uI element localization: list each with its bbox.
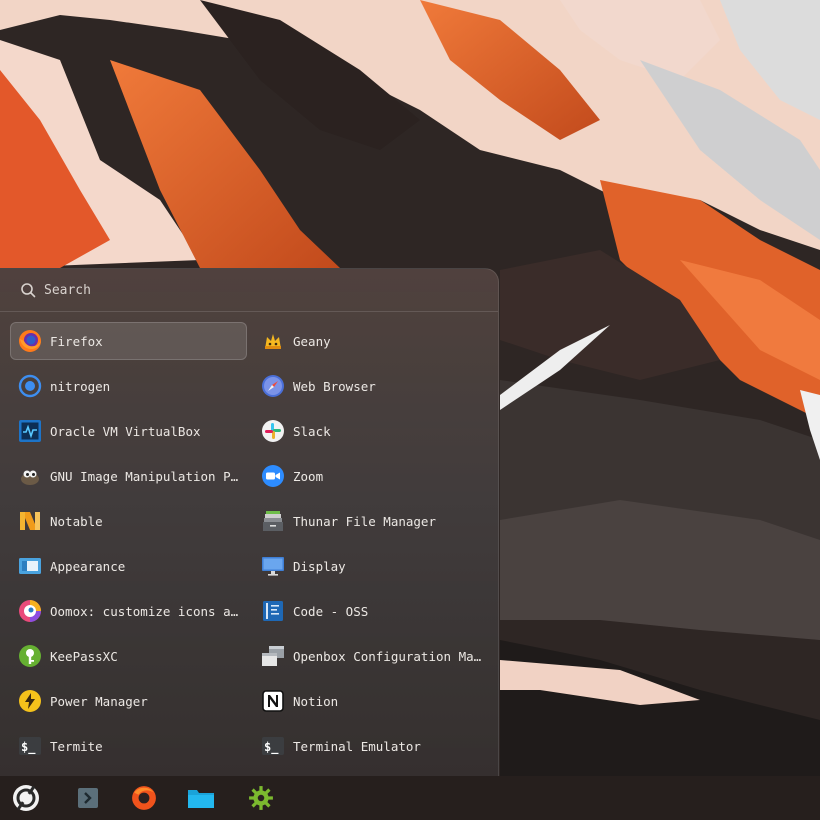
search-bar[interactable]: Search [0, 269, 498, 312]
oomox-icon [18, 599, 42, 623]
app-label: Code - OSS [293, 603, 369, 619]
app-oomox[interactable]: Oomox: customize icons an… [10, 592, 247, 630]
app-label: Oomox: customize icons an… [50, 603, 240, 619]
keepassxc-icon [18, 644, 42, 668]
app-terminal-emulator[interactable]: $_ Terminal Emulator [253, 727, 490, 765]
code-oss-icon [261, 599, 285, 623]
app-label: Web Browser [293, 378, 376, 394]
app-label: GNU Image Manipulation Pr… [50, 468, 240, 484]
launcher-icon[interactable] [12, 784, 40, 812]
slack-icon [261, 419, 285, 443]
app-slack[interactable]: Slack [253, 412, 490, 450]
svg-text:$_: $_ [264, 740, 279, 755]
app-termite[interactable]: $_ Termite [10, 727, 247, 765]
app-label: Display [293, 558, 346, 574]
nitrogen-icon [18, 374, 42, 398]
app-keepassxc[interactable]: KeePassXC [10, 637, 247, 675]
app-label: Geany [293, 333, 331, 349]
app-nitrogen[interactable]: nitrogen [10, 367, 247, 405]
power-manager-icon [18, 689, 42, 713]
app-label: Thunar File Manager [293, 513, 436, 529]
app-label: Notion [293, 693, 339, 709]
app-label: Appearance [50, 558, 126, 574]
app-notable[interactable]: Notable [10, 502, 247, 540]
app-label: Oracle VM VirtualBox [50, 423, 201, 439]
web-browser-icon [261, 374, 285, 398]
app-notion[interactable]: Notion [253, 682, 490, 720]
app-label: Firefox [50, 333, 103, 349]
display-icon [261, 554, 285, 578]
app-display[interactable]: Display [253, 547, 490, 585]
firefox-icon [18, 329, 42, 353]
app-gimp[interactable]: GNU Image Manipulation Pr… [10, 457, 247, 495]
app-firefox[interactable]: Firefox [10, 322, 247, 360]
geany-icon [261, 329, 285, 353]
svg-text:$_: $_ [21, 740, 36, 755]
app-label: Terminal Emulator [293, 738, 421, 754]
app-code-oss[interactable]: Code - OSS [253, 592, 490, 630]
search-icon [20, 282, 36, 298]
app-geany[interactable]: Geany [253, 322, 490, 360]
app-grid: Firefox Geany nitrogen Web Browser Oracl… [10, 322, 490, 765]
app-launcher: Search Firefox Geany nitrogen Web Browse… [0, 268, 499, 776]
app-label: Notable [50, 513, 103, 529]
app-label: Zoom [293, 468, 324, 484]
app-label: Openbox Configuration Man… [293, 648, 483, 664]
app-zoom[interactable]: Zoom [253, 457, 490, 495]
terminal-emulator-icon: $_ [261, 734, 285, 758]
app-openbox-config[interactable]: Openbox Configuration Man… [253, 637, 490, 675]
app-label: Power Manager [50, 693, 148, 709]
appearance-icon [18, 554, 42, 578]
app-power-manager[interactable]: Power Manager [10, 682, 247, 720]
thunar-icon [261, 509, 285, 533]
app-virtualbox[interactable]: Oracle VM VirtualBox [10, 412, 247, 450]
app-appearance[interactable]: Appearance [10, 547, 247, 585]
gimp-icon [18, 464, 42, 488]
files-icon[interactable] [187, 784, 215, 812]
app-label: Slack [293, 423, 331, 439]
zoom-icon [261, 464, 285, 488]
notion-icon [261, 689, 285, 713]
settings-icon[interactable] [247, 784, 275, 812]
virtualbox-icon [18, 419, 42, 443]
firefox-icon[interactable] [130, 784, 158, 812]
app-label: nitrogen [50, 378, 111, 394]
app-label: Termite [50, 738, 103, 754]
notable-icon [18, 509, 42, 533]
app-thunar[interactable]: Thunar File Manager [253, 502, 490, 540]
app-web-browser[interactable]: Web Browser [253, 367, 490, 405]
app-label: KeePassXC [50, 648, 118, 664]
search-input[interactable]: Search [44, 283, 91, 298]
terminal-icon[interactable] [74, 784, 102, 812]
openbox-config-icon [261, 644, 285, 668]
termite-icon: $_ [18, 734, 42, 758]
taskbar [0, 776, 820, 820]
